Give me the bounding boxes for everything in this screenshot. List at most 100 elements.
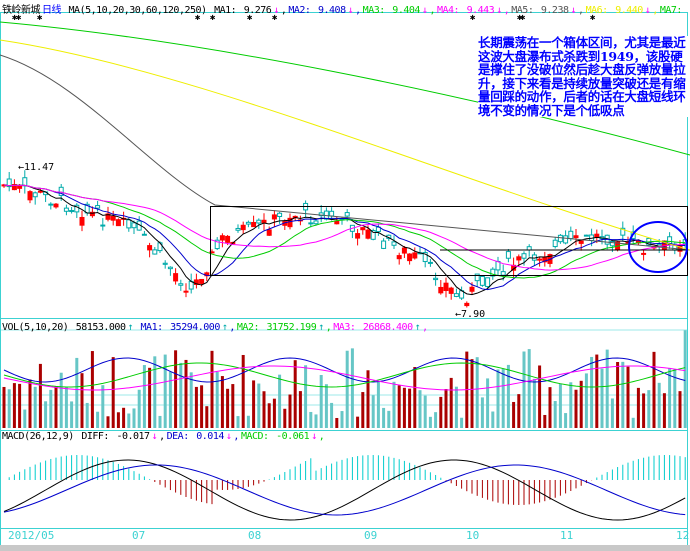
candle-body	[199, 278, 205, 284]
volume-bar	[460, 417, 464, 428]
dea-line	[3, 464, 686, 516]
trend-arrow: ↑	[414, 322, 421, 333]
indicator-label: MA6:	[585, 5, 609, 16]
indicator-ma5: MA5: 9.238 ↓,	[511, 5, 584, 16]
volume-bar	[111, 357, 115, 428]
indicator-ma1: MA1: 9.276 ↓,	[214, 5, 287, 16]
x-axis-label: 12	[676, 529, 690, 542]
candle-body	[500, 271, 506, 276]
indicator-value: 31752.199	[266, 322, 317, 333]
indicator-label: MA2:	[236, 322, 260, 333]
volume-bar	[70, 401, 74, 428]
indicator-ma7: MA7: 11.6,	[660, 5, 690, 16]
candle-body	[308, 222, 314, 225]
volume-bar	[491, 411, 495, 428]
volume-bar	[106, 416, 110, 428]
indicator-value: 9.443	[466, 5, 495, 16]
trend-arrow: ↓	[421, 5, 428, 16]
volume-bar	[678, 391, 682, 428]
indicator-ma4: MA4: 9.443 ↓,	[436, 5, 510, 16]
candle-body	[131, 222, 137, 229]
indicator-ma6: MA6: 9.440 ↓,	[585, 5, 659, 16]
volume-bar	[184, 359, 188, 428]
candle-body	[256, 219, 262, 224]
trend-arrow: ↓	[496, 5, 502, 16]
indicator-label: MA1:	[214, 5, 237, 16]
candle-body	[251, 221, 257, 228]
volume-bar	[116, 412, 120, 428]
candle-body	[568, 230, 574, 240]
volume-bar	[423, 395, 427, 428]
volume-bar	[101, 385, 105, 428]
volume-bar	[80, 373, 84, 428]
volume-bar	[54, 386, 58, 428]
volume-bar	[616, 362, 620, 428]
candle-body	[578, 240, 584, 244]
volume-bar	[605, 349, 609, 428]
volume-bar	[18, 383, 22, 428]
volume-bar	[324, 384, 328, 428]
volume-bar	[127, 413, 131, 428]
volume-bar	[153, 356, 157, 428]
volume-bar	[283, 408, 287, 428]
indicator-value: 9.440	[615, 5, 643, 16]
panel-border	[0, 528, 688, 546]
trend-arrow: ↓	[225, 431, 232, 442]
volume-bar	[350, 348, 354, 428]
volume-bar	[387, 410, 391, 428]
volume-bar	[574, 389, 578, 428]
volume-bar	[626, 366, 630, 428]
volume-bar	[356, 416, 360, 428]
volume-bar	[647, 390, 651, 428]
volume-bar	[454, 386, 458, 428]
indicator-value: 0.014	[196, 431, 224, 442]
indicator-value: -0.061	[276, 431, 310, 442]
volume-bar	[428, 416, 432, 428]
volume-bar	[158, 415, 162, 428]
volume-bar	[44, 401, 48, 428]
candle-body	[37, 190, 43, 193]
volume-bar	[501, 368, 505, 428]
candle-body	[667, 236, 673, 245]
volume-bar	[257, 383, 261, 428]
candle-body	[157, 242, 163, 252]
volume-bar	[148, 367, 152, 428]
indicator-label: DEA:	[166, 431, 190, 442]
ma-params: MA(5,10,20,30,60,120,250)	[68, 5, 208, 16]
volume-bar	[553, 401, 557, 428]
candle-body	[516, 256, 522, 261]
candle-body	[27, 191, 33, 201]
volume-bar	[314, 414, 318, 428]
trend-arrow: ↑	[221, 322, 228, 333]
volume-bar	[200, 385, 204, 428]
volume-bar	[246, 415, 250, 428]
volume-bar	[527, 349, 531, 428]
volume-bar	[610, 398, 614, 428]
volume-bar	[569, 382, 573, 428]
volume-bar	[163, 354, 167, 428]
indicator-value: 26868.400	[362, 322, 413, 333]
indicator-value: 9.408	[318, 5, 346, 16]
candle-body	[162, 262, 168, 265]
indicator-label: MA5:	[511, 5, 534, 16]
volume-bar	[12, 383, 16, 428]
candle-body	[344, 212, 350, 217]
candle-body	[396, 255, 402, 260]
x-axis-label: 10	[466, 529, 480, 542]
volume-bar	[64, 387, 68, 428]
candle-body	[407, 253, 413, 262]
x-axis-label: 07	[132, 529, 146, 542]
candle-body	[329, 210, 335, 217]
candle-body	[261, 219, 267, 224]
candle-body	[147, 245, 153, 251]
candle-body	[100, 224, 106, 227]
period-label[interactable]: 日线	[42, 5, 62, 16]
candle-body	[63, 207, 69, 212]
indicator-label: MA2:	[288, 5, 311, 16]
volume-bar	[2, 386, 6, 428]
candle-body	[178, 283, 184, 286]
volume-bar	[335, 417, 339, 428]
volume-bar	[543, 414, 547, 428]
volume-bar	[137, 389, 141, 428]
indicator-value: 9.404	[392, 5, 420, 16]
